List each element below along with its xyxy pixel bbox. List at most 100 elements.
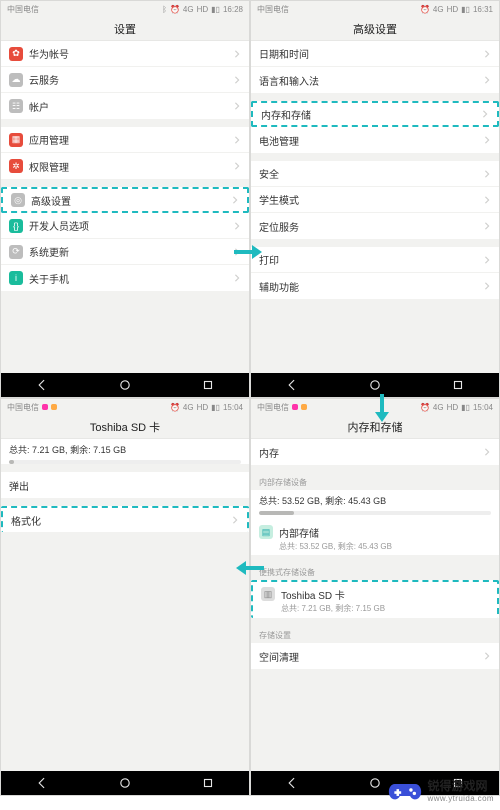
hd-icon: HD — [447, 403, 459, 412]
item-developer[interactable]: {}开发人员选项 — [1, 213, 249, 239]
flow-arrow-icon — [374, 394, 390, 424]
battery-icon: ▮▯ — [211, 5, 220, 14]
storage-bar — [9, 460, 241, 464]
item-sdcard[interactable]: ▥Toshiba SD 卡 总共: 7.21 GB, 剩余: 7.15 GB — [251, 580, 499, 618]
nav-home-icon[interactable] — [118, 378, 132, 392]
chevron-right-icon — [483, 282, 491, 290]
chevron-right-icon — [233, 162, 241, 170]
nav-recent-icon[interactable] — [451, 378, 465, 392]
clock: 15:04 — [473, 403, 493, 412]
item-language[interactable]: 语言和输入法 — [251, 67, 499, 93]
status-dot-icon — [42, 404, 48, 410]
screen-advanced: 中国电信 ⏰ 4G HD ▮▯ 16:31 高级设置 日期和时间 语言和输入法 … — [250, 0, 500, 398]
clock: 15:04 — [223, 403, 243, 412]
developer-icon: {} — [9, 219, 23, 233]
nav-bar — [1, 373, 249, 397]
clock: 16:31 — [473, 5, 493, 14]
item-memory[interactable]: 内存 — [251, 439, 499, 465]
item-app-mgmt[interactable]: ▦应用管理 — [1, 127, 249, 153]
flow-arrow-icon — [234, 560, 264, 576]
item-memory-storage[interactable]: 内存和存储 — [251, 101, 499, 127]
hd-icon: HD — [197, 403, 209, 412]
item-cloud[interactable]: ☁云服务 — [1, 67, 249, 93]
item-update[interactable]: ⟳系统更新 — [1, 239, 249, 265]
item-about[interactable]: i关于手机 — [1, 265, 249, 291]
battery-icon: ▮▯ — [211, 403, 220, 412]
item-student[interactable]: 学生模式 — [251, 187, 499, 213]
chevron-right-icon — [483, 136, 491, 144]
info-icon: i — [9, 271, 23, 285]
item-perm-mgmt[interactable]: ✲权限管理 — [1, 153, 249, 179]
nav-recent-icon[interactable] — [201, 776, 215, 790]
chevron-right-icon — [481, 110, 489, 118]
section-internal: 内部存储设备 — [251, 473, 499, 490]
item-location[interactable]: 定位服务 — [251, 213, 499, 239]
item-datetime[interactable]: 日期和时间 — [251, 41, 499, 67]
nav-back-icon[interactable] — [285, 378, 299, 392]
storage-summary: 总共: 7.21 GB, 剩余: 7.15 GB — [1, 439, 249, 458]
section-settings: 存储设置 — [251, 626, 499, 643]
item-huawei-id[interactable]: ✿华为帐号 — [1, 41, 249, 67]
storage-icon: ▤ — [259, 525, 273, 539]
item-format[interactable]: 格式化 — [1, 506, 249, 532]
page-title: Toshiba SD 卡 — [1, 415, 249, 439]
nav-home-icon[interactable] — [118, 776, 132, 790]
nav-recent-icon[interactable] — [201, 378, 215, 392]
page-title: 设置 — [1, 17, 249, 41]
chevron-right-icon — [233, 274, 241, 282]
item-eject[interactable]: 弹出 — [1, 472, 249, 498]
status-bar: 中国电信 ⏰ 4G HD ▮▯ 15:04 — [1, 399, 249, 415]
net-icon: 4G — [433, 5, 444, 14]
nav-bar — [1, 771, 249, 795]
chevron-right-icon — [483, 256, 491, 264]
flow-arrow-icon — [234, 244, 264, 260]
chevron-right-icon — [233, 102, 241, 110]
accounts-icon: ☷ — [9, 99, 23, 113]
carrier: 中国电信 — [257, 4, 289, 15]
net-icon: 4G — [183, 403, 194, 412]
item-cleanup[interactable]: 空间清理 — [251, 643, 499, 669]
item-security[interactable]: 安全 — [251, 161, 499, 187]
status-dot-icon — [301, 404, 307, 410]
alarm-icon: ⏰ — [420, 403, 430, 412]
alarm-icon: ⏰ — [170, 5, 180, 14]
nav-back-icon[interactable] — [285, 776, 299, 790]
item-print[interactable]: 打印 — [251, 247, 499, 273]
screen-storage: 中国电信 ⏰ 4G HD ▮▯ 15:04 内存和存储 内存 内部存储设备 总共… — [250, 398, 500, 796]
bluetooth-icon: ᛒ — [162, 5, 167, 14]
battery-icon: ▮▯ — [461, 403, 470, 412]
section-portable: 便携式存储设备 — [251, 563, 499, 580]
permissions-icon: ✲ — [9, 159, 23, 173]
item-advanced[interactable]: ◎高级设置 — [1, 187, 249, 213]
item-battery[interactable]: 电池管理 — [251, 127, 499, 153]
item-accessibility[interactable]: 辅助功能 — [251, 273, 499, 299]
nav-back-icon[interactable] — [35, 776, 49, 790]
chevron-right-icon — [483, 448, 491, 456]
nav-back-icon[interactable] — [35, 378, 49, 392]
item-accounts[interactable]: ☷帐户 — [1, 93, 249, 119]
carrier: 中国电信 — [7, 4, 39, 15]
chevron-right-icon — [483, 50, 491, 58]
apps-icon: ▦ — [9, 133, 23, 147]
screen-sdcard: 中国电信 ⏰ 4G HD ▮▯ 15:04 Toshiba SD 卡 总共: 7… — [0, 398, 250, 796]
huawei-icon: ✿ — [9, 47, 23, 61]
chevron-right-icon — [233, 222, 241, 230]
status-bar: 中国电信 ⏰ 4G HD ▮▯ 16:31 — [251, 1, 499, 17]
chevron-right-icon — [483, 196, 491, 204]
carrier: 中国电信 — [257, 402, 289, 413]
chevron-right-icon — [483, 222, 491, 230]
net-icon: 4G — [433, 403, 444, 412]
status-bar: 中国电信 ᛒ ⏰ 4G HD ▮▯ 16:28 — [1, 1, 249, 17]
storage-bar — [259, 511, 491, 515]
screen-settings: 中国电信 ᛒ ⏰ 4G HD ▮▯ 16:28 设置 ✿华为帐号 ☁云服务 ☷帐… — [0, 0, 250, 398]
chevron-right-icon — [233, 50, 241, 58]
item-internal-storage[interactable]: ▤内部存储 总共: 53.52 GB, 剩余: 45.43 GB — [251, 521, 499, 555]
hd-icon: HD — [447, 5, 459, 14]
nav-home-icon[interactable] — [368, 776, 382, 790]
carrier: 中国电信 — [7, 402, 39, 413]
nav-home-icon[interactable] — [368, 378, 382, 392]
battery-icon: ▮▯ — [461, 5, 470, 14]
storage-summary: 总共: 53.52 GB, 剩余: 45.43 GB — [251, 490, 499, 509]
chevron-right-icon — [233, 76, 241, 84]
clock: 16:28 — [223, 5, 243, 14]
